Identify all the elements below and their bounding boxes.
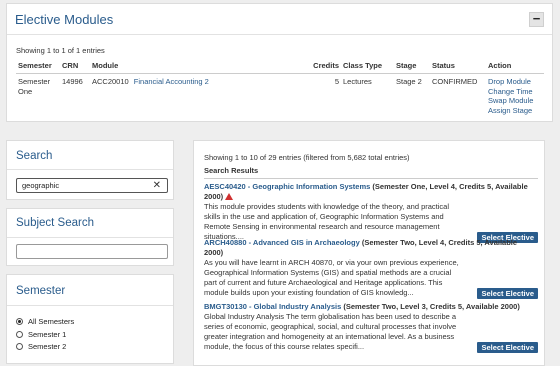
- column-header-class-type[interactable]: Class Type: [341, 60, 394, 74]
- radio-label: Semester 2: [28, 342, 67, 351]
- column-header-stage[interactable]: Stage: [394, 60, 430, 74]
- result-title-link[interactable]: AESC40420 - Geographic Information Syste…: [204, 182, 370, 191]
- table-row: Semester One 14996 ACC20010 Financial Ac…: [16, 74, 544, 119]
- elective-modules-title: Elective Modules: [15, 12, 114, 27]
- elective-modules-table: Semester CRN Module Credits Class Type S…: [16, 60, 544, 118]
- divider: [7, 169, 173, 170]
- result-heading: ARCH40880 - Advanced GIS in Archaeology …: [204, 238, 538, 258]
- row-module: ACC20010 Financial Accounting 2: [90, 74, 307, 119]
- results-entries-info: Showing 1 to 10 of 29 entries (filtered …: [204, 153, 410, 162]
- elective-modules-panel: Elective Modules − Showing 1 to 1 of 1 e…: [6, 3, 553, 122]
- result-heading: BMGT30130 - Global Industry Analysis (Se…: [204, 302, 538, 312]
- column-header-credits[interactable]: Credits: [307, 60, 341, 74]
- radio-icon[interactable]: [16, 343, 23, 350]
- module-link[interactable]: Financial Accounting 2: [134, 77, 209, 86]
- radio-selected-icon[interactable]: [16, 318, 23, 325]
- semester-title: Semester: [16, 285, 66, 297]
- row-class-type: Lectures: [343, 77, 372, 86]
- divider: [7, 237, 173, 238]
- drop-module-link[interactable]: Drop Module: [488, 77, 542, 87]
- select-elective-button[interactable]: Select Elective: [477, 288, 538, 299]
- radio-icon[interactable]: [16, 331, 23, 338]
- radio-semester-1[interactable]: Semester 1: [16, 330, 66, 339]
- column-header-crn[interactable]: CRN: [60, 60, 90, 74]
- collapse-icon[interactable]: −: [529, 12, 544, 27]
- row-stage: Stage 2: [396, 77, 422, 86]
- column-header-module[interactable]: Module: [90, 60, 307, 74]
- clear-icon[interactable]: ✕: [153, 179, 161, 192]
- row-module-code: ACC20010: [92, 77, 129, 86]
- radio-semester-2[interactable]: Semester 2: [16, 342, 66, 351]
- swap-module-link[interactable]: Swap Module: [488, 96, 542, 106]
- list-item: BMGT30130 - Global Industry Analysis (Se…: [204, 302, 538, 353]
- warning-icon: [225, 193, 234, 200]
- search-results-panel: Showing 1 to 10 of 29 entries (filtered …: [193, 140, 545, 366]
- list-item: AESC40420 - Geographic Information Syste…: [204, 182, 538, 243]
- divider: [7, 305, 173, 306]
- list-item: ARCH40880 - Advanced GIS in Archaeology …: [204, 238, 538, 299]
- result-meta: (Semester Two, Level 3, Credits 5, Avail…: [341, 302, 520, 311]
- search-field[interactable]: ✕: [16, 178, 168, 193]
- column-header-status[interactable]: Status: [430, 60, 486, 74]
- search-panel: Search ✕: [6, 140, 174, 200]
- result-heading: AESC40420 - Geographic Information Syste…: [204, 182, 538, 202]
- search-input[interactable]: [22, 180, 146, 191]
- elective-entries-info: Showing 1 to 1 of 1 entries: [16, 46, 105, 55]
- row-credits: 5: [334, 77, 339, 86]
- semester-panel: Semester All Semesters Semester 1 Semest…: [6, 274, 174, 364]
- result-title-link[interactable]: ARCH40880 - Advanced GIS in Archaeology: [204, 238, 360, 247]
- column-header-action[interactable]: Action: [486, 60, 544, 74]
- search-title: Search: [16, 150, 53, 162]
- select-elective-button[interactable]: Select Elective: [477, 342, 538, 353]
- divider: [7, 34, 552, 35]
- radio-label: Semester 1: [28, 330, 67, 339]
- subject-search-title: Subject Search: [16, 217, 94, 229]
- change-time-link[interactable]: Change Time: [488, 87, 542, 97]
- radio-label: All Semesters: [28, 317, 75, 326]
- subject-search-input[interactable]: [16, 244, 168, 259]
- row-crn: 14996: [62, 77, 83, 86]
- subject-search-panel: Subject Search: [6, 208, 174, 266]
- result-title-link[interactable]: BMGT30130 - Global Industry Analysis: [204, 302, 341, 311]
- search-results-header[interactable]: Search Results: [204, 166, 538, 179]
- row-actions: Drop Module Change Time Swap Module Assi…: [486, 74, 544, 119]
- column-header-semester[interactable]: Semester: [16, 60, 60, 74]
- assign-stage-link[interactable]: Assign Stage: [488, 106, 542, 116]
- radio-all-semesters[interactable]: All Semesters: [16, 317, 74, 326]
- row-semester: Semester One: [18, 77, 51, 96]
- row-status: CONFIRMED: [432, 77, 478, 86]
